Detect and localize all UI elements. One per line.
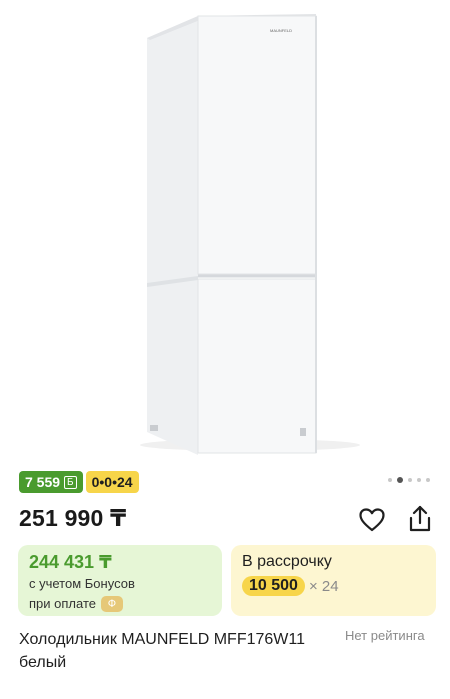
- installment-months: × 24: [308, 577, 339, 595]
- heart-icon: [359, 508, 385, 532]
- gallery-pagination[interactable]: [388, 477, 430, 483]
- favorite-button[interactable]: [357, 505, 387, 535]
- product-image: MAUNFELD: [140, 14, 360, 455]
- bonus-badge-amount: 7 559: [25, 474, 61, 490]
- bonus-badge: 7 559 Б: [19, 471, 83, 493]
- bonus-price-caption-text: при оплате: [29, 596, 96, 611]
- gallery-dot[interactable]: [388, 478, 392, 482]
- share-button[interactable]: [405, 503, 435, 535]
- product-price: 251 990 ₸: [19, 505, 127, 531]
- bonus-price-card[interactable]: 244 431 ₸ с учетом Бонусов при оплате Ф: [18, 545, 222, 616]
- gallery-dot[interactable]: [408, 478, 412, 482]
- bonus-price-caption: с учетом Бонусов: [29, 576, 135, 591]
- brand-logo: MAUNFELD: [270, 28, 292, 33]
- installment-row: 10 500 × 24: [242, 576, 436, 596]
- promo-badges: 7 559 Б 0•0•24: [19, 471, 139, 493]
- gallery-dot[interactable]: [417, 478, 421, 482]
- bonus-price-caption-2: при оплате Ф: [29, 595, 222, 613]
- installment-badge: 0•0•24: [85, 471, 139, 493]
- bonus-icon: Б: [64, 475, 77, 489]
- installment-card[interactable]: В рассрочку 10 500 × 24: [231, 545, 436, 616]
- rating-status[interactable]: Нет рейтинга: [345, 628, 425, 643]
- share-icon: [409, 505, 431, 532]
- payment-logo-icon: Ф: [100, 596, 123, 612]
- gallery-dot-active[interactable]: [397, 477, 403, 483]
- gallery-dot[interactable]: [426, 478, 430, 482]
- product-image-gallery[interactable]: MAUNFELD: [0, 0, 450, 465]
- product-title: Холодильник MAUNFELD MFF176W11 белый: [19, 631, 305, 671]
- bonus-price-amount: 244 431 ₸: [29, 552, 112, 572]
- installment-title: В рассрочку: [242, 553, 332, 570]
- installment-monthly: 10 500: [242, 576, 305, 596]
